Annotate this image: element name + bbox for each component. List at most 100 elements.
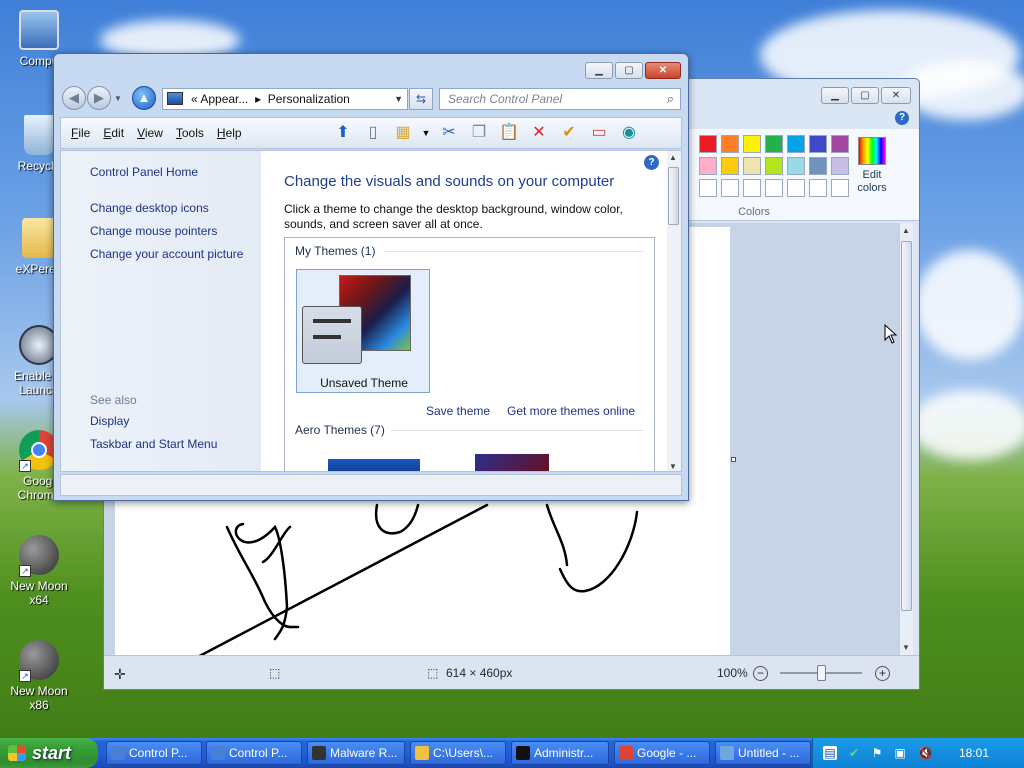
canvas-resize-handle[interactable]: [731, 457, 736, 462]
color-swatch[interactable]: [787, 157, 805, 175]
history-dropdown-icon[interactable]: ▼: [114, 94, 122, 103]
menu-tools[interactable]: Tools: [176, 126, 204, 140]
color-swatch[interactable]: [831, 157, 849, 175]
views-dropdown-icon[interactable]: ▼: [421, 121, 431, 145]
desktop-icon-new-moon-x64[interactable]: ↗ New Moon x64: [4, 535, 74, 607]
edit-colors-button[interactable]: Edit colors: [852, 137, 892, 195]
breadcrumb-appearance[interactable]: Appear...: [200, 92, 248, 106]
page-title: Change the visuals and sounds on your co…: [284, 173, 615, 190]
taskbar-item[interactable]: Administr...: [511, 741, 609, 765]
canvas-vertical-scrollbar[interactable]: ▲ ▼: [899, 223, 913, 655]
color-swatch[interactable]: [765, 157, 783, 175]
flag-tray-icon[interactable]: ⚑: [870, 746, 884, 760]
menu-view[interactable]: View: [137, 126, 163, 140]
taskbar-item[interactable]: Malware R...: [307, 741, 405, 765]
color-swatch[interactable]: [787, 135, 805, 153]
network-tray-icon[interactable]: ▣: [893, 746, 907, 760]
address-dropdown-icon[interactable]: ▼: [394, 89, 403, 109]
color-swatch[interactable]: [721, 135, 739, 153]
help-icon[interactable]: ?: [644, 155, 659, 170]
back-button[interactable]: ◀: [62, 86, 86, 110]
menu-edit[interactable]: Edit: [103, 126, 124, 140]
color-swatch[interactable]: [831, 135, 849, 153]
link-display[interactable]: Display: [90, 414, 129, 428]
color-swatch[interactable]: [809, 135, 827, 153]
cp-maximize-button[interactable]: ▢: [615, 62, 643, 79]
start-button[interactable]: start: [0, 738, 98, 768]
forward-button[interactable]: ▶: [87, 86, 111, 110]
cp-vertical-scrollbar[interactable]: ▲ ▼: [667, 151, 681, 471]
link-taskbar-start-menu[interactable]: Taskbar and Start Menu: [90, 437, 217, 451]
folders-pane-icon[interactable]: ▯: [361, 121, 385, 145]
zoom-in-button[interactable]: +: [875, 666, 890, 681]
save-theme-link[interactable]: Save theme: [426, 404, 490, 418]
get-more-themes-link[interactable]: Get more themes online: [507, 404, 635, 418]
address-bar[interactable]: « Appear... ▸ Personalization ▼: [162, 88, 408, 110]
zoom-slider-thumb[interactable]: [817, 665, 826, 681]
control-panel-window[interactable]: ▁ ▢ ✕ ◀ ▶ ▼ ▲ « Appear... ▸ Personalizat…: [53, 53, 689, 501]
theme-unsaved[interactable]: Unsaved Theme: [296, 269, 430, 393]
security-tray-icon[interactable]: ✔: [847, 746, 861, 760]
checkmark-icon[interactable]: ✔: [557, 121, 581, 145]
scroll-down-icon[interactable]: ▼: [669, 462, 677, 471]
scrollbar-thumb[interactable]: [901, 241, 912, 611]
views-icon[interactable]: ▦: [391, 121, 415, 145]
menu-file[interactable]: File: [71, 126, 90, 140]
color-swatch[interactable]: [699, 179, 717, 197]
color-swatch[interactable]: [787, 179, 805, 197]
cp-close-button[interactable]: ✕: [645, 62, 681, 79]
taskbar-item[interactable]: Control P...: [206, 741, 302, 765]
taskbar-item[interactable]: Google - ...: [614, 741, 710, 765]
aero-theme-thumbnail[interactable]: [475, 454, 549, 471]
color-swatch[interactable]: [699, 135, 717, 153]
delete-icon[interactable]: ✕: [527, 121, 551, 145]
search-input[interactable]: Search Control Panel ⌕: [439, 88, 681, 110]
color-swatch[interactable]: [765, 179, 783, 197]
paint-help-icon[interactable]: ?: [895, 111, 909, 125]
color-swatch[interactable]: [721, 157, 739, 175]
cut-icon[interactable]: ✂: [437, 121, 461, 145]
paint-close-button[interactable]: ✕: [881, 87, 911, 104]
taskbar-item[interactable]: Untitled - ...: [715, 741, 811, 765]
scrollbar-thumb[interactable]: [668, 167, 679, 225]
scroll-up-icon[interactable]: ▲: [669, 153, 677, 162]
document-tray-icon[interactable]: ▤: [823, 746, 837, 760]
copy-icon[interactable]: ❐: [467, 121, 491, 145]
scroll-up-icon[interactable]: ▲: [902, 226, 910, 235]
scroll-down-icon[interactable]: ▼: [902, 643, 910, 652]
refresh-button[interactable]: ⇆: [409, 88, 433, 110]
link-change-desktop-icons[interactable]: Change desktop icons: [90, 201, 209, 215]
color-swatch[interactable]: [699, 157, 717, 175]
link-change-account-picture[interactable]: Change your account picture: [90, 247, 243, 261]
globe-icon[interactable]: ◉: [617, 121, 641, 145]
color-swatch[interactable]: [743, 157, 761, 175]
volume-muted-icon[interactable]: 🔇: [918, 746, 933, 760]
color-swatch[interactable]: [831, 179, 849, 197]
up-button[interactable]: ▲: [131, 86, 156, 110]
menu-help[interactable]: Help: [217, 126, 242, 140]
color-swatch[interactable]: [743, 135, 761, 153]
paint-minimize-button[interactable]: ▁: [821, 87, 849, 104]
link-control-panel-home[interactable]: Control Panel Home: [90, 165, 198, 179]
paste-icon[interactable]: 📋: [497, 121, 521, 145]
cp-minimize-button[interactable]: ▁: [585, 62, 613, 79]
link-change-mouse-pointers[interactable]: Change mouse pointers: [90, 224, 217, 238]
paint-maximize-button[interactable]: ▢: [851, 87, 879, 104]
color-swatch[interactable]: [721, 179, 739, 197]
properties-icon[interactable]: ▭: [587, 121, 611, 145]
taskbar-item[interactable]: C:\Users\...: [410, 741, 506, 765]
color-swatch[interactable]: [743, 179, 761, 197]
breadcrumb-separator-icon[interactable]: ▸: [255, 92, 261, 106]
color-swatch[interactable]: [765, 135, 783, 153]
color-swatch[interactable]: [809, 157, 827, 175]
up-folder-icon[interactable]: ⬆: [331, 121, 355, 145]
search-icon[interactable]: ⌕: [667, 89, 674, 109]
address-overflow[interactable]: «: [191, 92, 198, 106]
zoom-out-button[interactable]: −: [753, 666, 768, 681]
clock[interactable]: 18:01: [959, 746, 989, 760]
desktop-icon-new-moon-x86[interactable]: ↗ New Moon x86: [4, 640, 74, 712]
taskbar-item[interactable]: Control P...: [106, 741, 202, 765]
breadcrumb-personalization[interactable]: Personalization: [268, 92, 350, 106]
aero-theme-thumbnail[interactable]: [328, 459, 420, 471]
color-swatch[interactable]: [809, 179, 827, 197]
